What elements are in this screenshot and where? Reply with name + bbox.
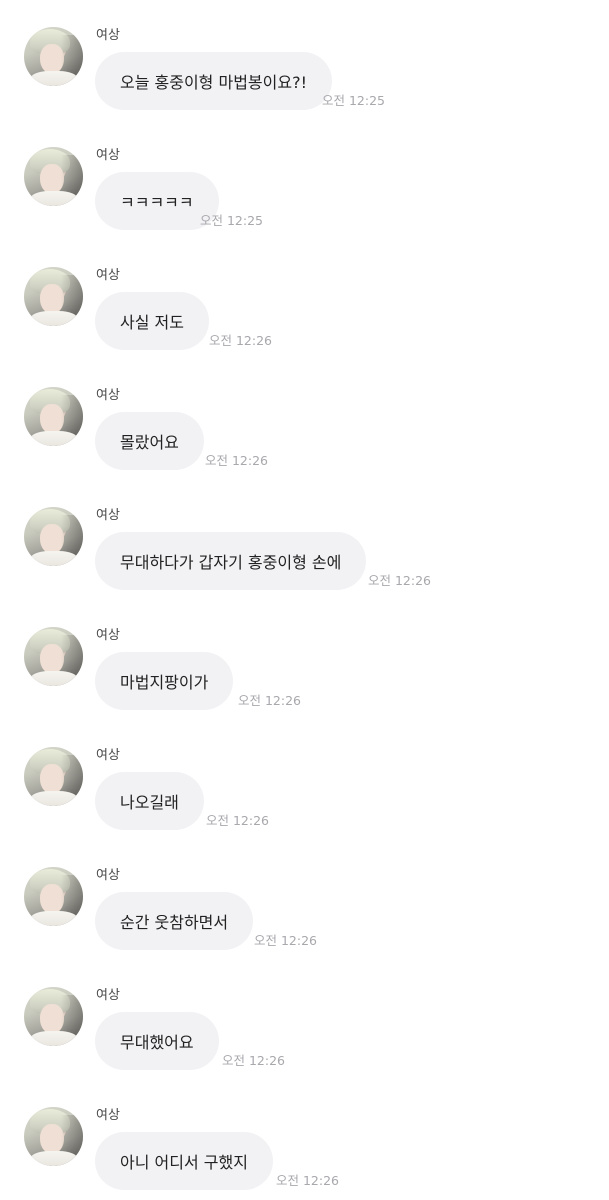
message-bubble[interactable]: 오늘 홍중이형 마법봉이요?! <box>95 52 332 110</box>
chat-message: 여상 무대했어요 오전 12:26 <box>0 960 609 1080</box>
chat-message: 여상 순간 웃참하면서 오전 12:26 <box>0 840 609 960</box>
message-time: 오전 12:26 <box>209 333 272 348</box>
avatar[interactable] <box>24 387 83 446</box>
message-time: 오전 12:25 <box>322 93 385 108</box>
chat-message: 여상 ㅋㅋㅋㅋㅋ 오전 12:25 <box>0 120 609 240</box>
message-bubble[interactable]: 무대하다가 갑자기 홍중이형 손에 <box>95 532 367 590</box>
sender-name: 여상 <box>96 628 120 643</box>
avatar[interactable] <box>24 267 83 326</box>
message-bubble[interactable]: 몰랐어요 <box>95 412 204 470</box>
message-time: 오전 12:26 <box>222 1053 285 1068</box>
sender-name: 여상 <box>96 748 120 763</box>
chat-message: 여상 오늘 홍중이형 마법봉이요?! 오전 12:25 <box>0 0 609 120</box>
sender-name: 여상 <box>96 988 120 1003</box>
avatar[interactable] <box>24 147 83 206</box>
message-time: 오전 12:26 <box>276 1173 339 1188</box>
avatar[interactable] <box>24 987 83 1046</box>
avatar[interactable] <box>24 627 83 686</box>
message-time: 오전 12:26 <box>206 813 269 828</box>
avatar[interactable] <box>24 27 83 86</box>
chat-message: 여상 나오길래 오전 12:26 <box>0 720 609 840</box>
sender-name: 여상 <box>96 268 120 283</box>
message-time: 오전 12:26 <box>238 693 301 708</box>
avatar[interactable] <box>24 747 83 806</box>
message-bubble[interactable]: 무대했어요 <box>95 1012 219 1070</box>
message-time: 오전 12:26 <box>368 573 431 588</box>
sender-name: 여상 <box>96 388 120 403</box>
avatar[interactable] <box>24 1107 83 1166</box>
chat-message: 여상 무대하다가 갑자기 홍중이형 손에 오전 12:26 <box>0 480 609 600</box>
message-time: 오전 12:26 <box>254 933 317 948</box>
message-bubble[interactable]: 마법지팡이가 <box>95 652 234 710</box>
chat-message-list: 여상 오늘 홍중이형 마법봉이요?! 오전 12:25 여상 ㅋㅋㅋㅋㅋ 오전 … <box>0 0 609 1200</box>
message-time: 오전 12:25 <box>200 213 263 228</box>
sender-name: 여상 <box>96 148 120 163</box>
message-time: 오전 12:26 <box>205 453 268 468</box>
avatar[interactable] <box>24 867 83 926</box>
chat-message: 여상 몰랐어요 오전 12:26 <box>0 360 609 480</box>
message-bubble[interactable]: 순간 웃참하면서 <box>95 892 254 950</box>
chat-message: 여상 아니 어디서 구했지 오전 12:26 <box>0 1080 609 1200</box>
message-bubble[interactable]: 나오길래 <box>95 772 204 830</box>
sender-name: 여상 <box>96 868 120 883</box>
chat-message: 여상 마법지팡이가 오전 12:26 <box>0 600 609 720</box>
avatar[interactable] <box>24 507 83 566</box>
message-bubble[interactable]: 사실 저도 <box>95 292 209 350</box>
sender-name: 여상 <box>96 1108 120 1123</box>
sender-name: 여상 <box>96 28 120 43</box>
message-bubble[interactable]: 아니 어디서 구했지 <box>95 1132 273 1190</box>
chat-message: 여상 사실 저도 오전 12:26 <box>0 240 609 360</box>
sender-name: 여상 <box>96 508 120 523</box>
